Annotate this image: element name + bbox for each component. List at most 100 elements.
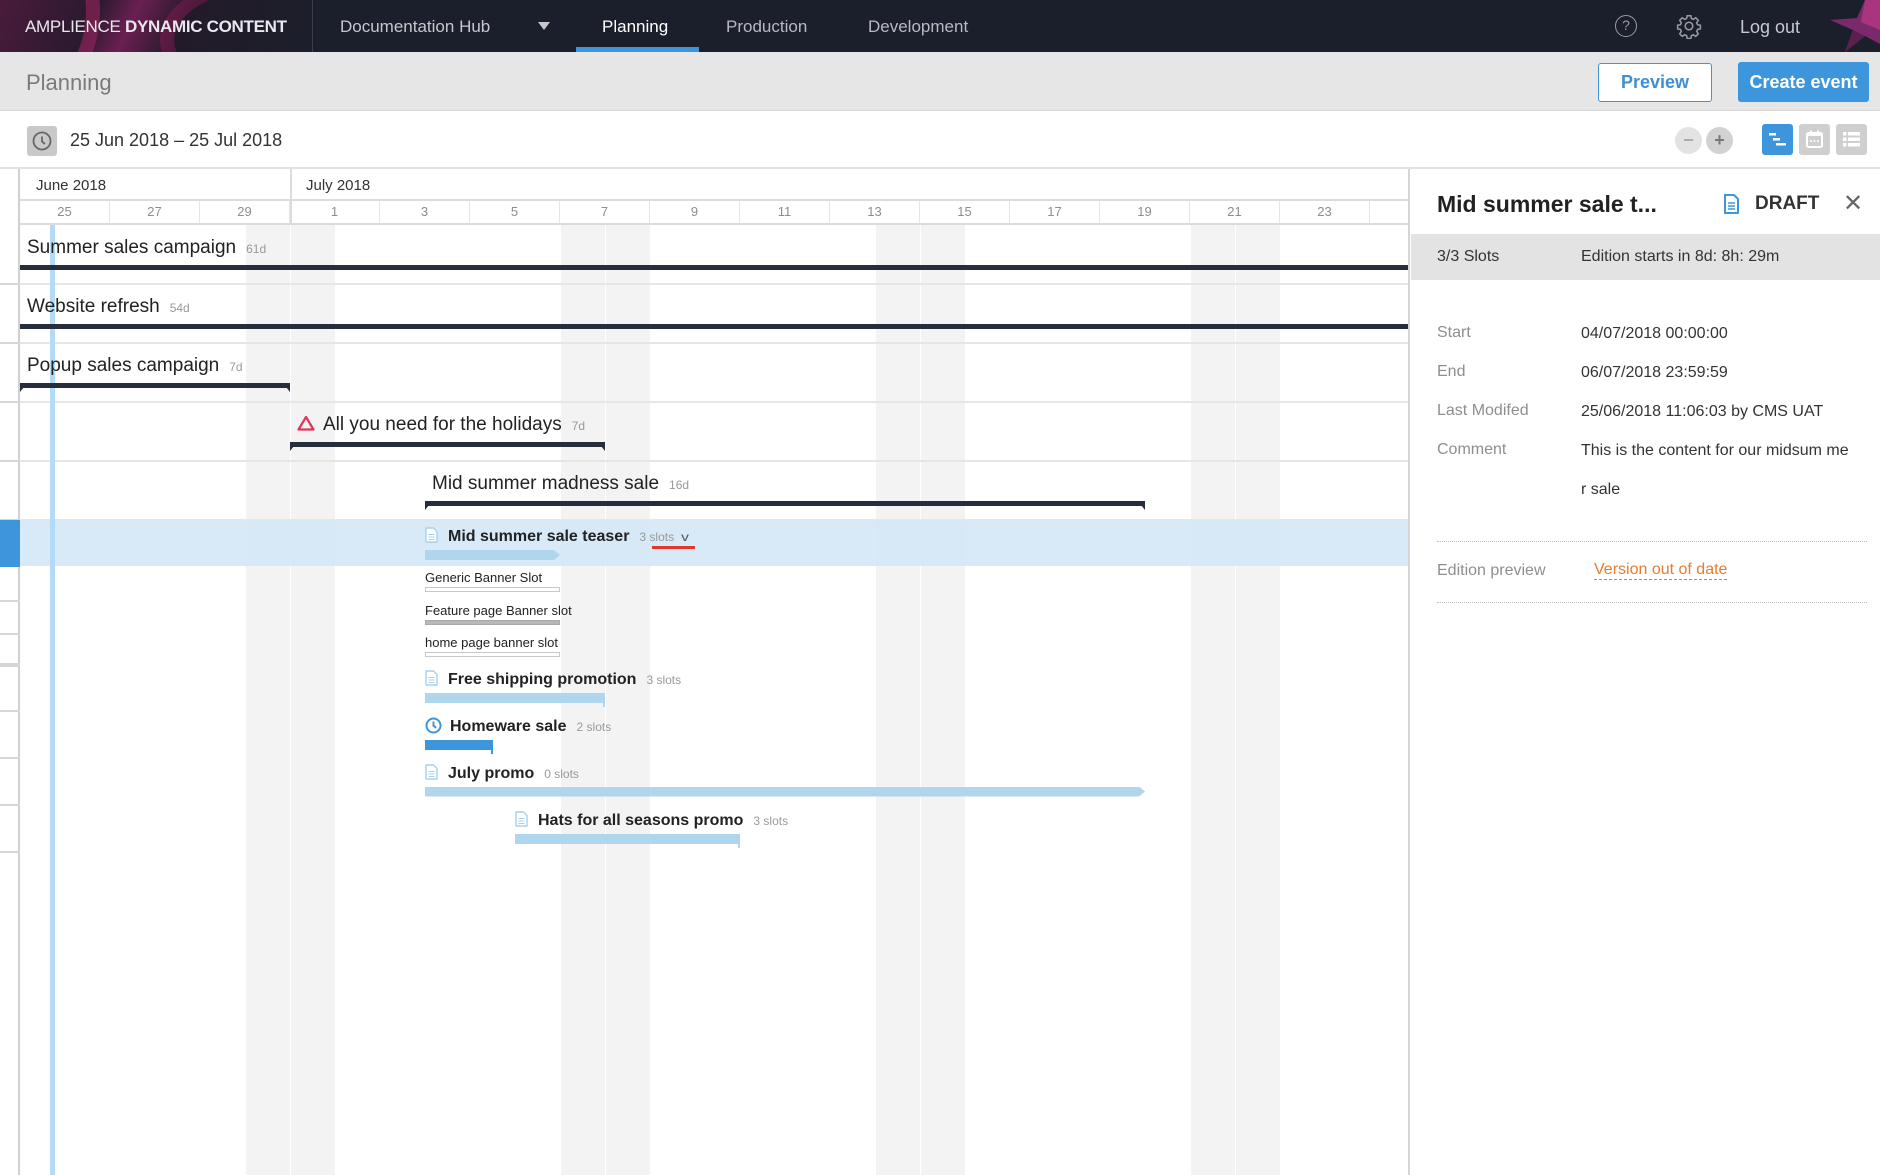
end-label: End (1437, 363, 1466, 380)
timeline-view-button[interactable] (1762, 124, 1793, 155)
slot-bar[interactable] (425, 619, 560, 625)
day-tick: 3 (380, 201, 470, 223)
tab-planning[interactable]: Planning (602, 17, 668, 37)
gutter-divider (0, 600, 20, 602)
document-icon (425, 527, 438, 543)
edition-preview-label: Edition preview (1437, 562, 1546, 579)
document-icon (425, 763, 438, 780)
event-title[interactable]: Summer sales campaign 61d (27, 237, 266, 259)
event-bar[interactable] (20, 383, 290, 392)
scheduled-clock-icon (425, 717, 442, 733)
hub-selector[interactable]: Documentation Hub (340, 17, 490, 37)
day-tick: 21 (1190, 201, 1280, 223)
version-out-of-date-link[interactable]: Version out of date (1594, 561, 1728, 580)
day-tick: 11 (740, 201, 830, 223)
row-divider (20, 460, 1408, 462)
help-icon[interactable]: ? (1615, 15, 1637, 37)
row-divider (20, 401, 1408, 403)
start-label: Start (1437, 324, 1471, 341)
date-range-label: 25 Jun 2018 – 25 Jul 2018 (70, 130, 283, 150)
selected-row-marker (0, 520, 20, 567)
zoom-out-button[interactable]: − (1675, 127, 1702, 154)
slot-label: Feature page Banner slot (425, 602, 572, 618)
gutter-divider (0, 662, 20, 665)
edition-title[interactable]: Homeware sale 2 slots (425, 717, 611, 736)
edition-bar[interactable] (425, 692, 605, 707)
gutter-divider (0, 756, 20, 759)
day-tick: 23 (1280, 201, 1370, 223)
edition-slot-count[interactable]: 3 slots (646, 673, 681, 687)
event-title[interactable]: All you need for the holidays 7d (297, 414, 585, 436)
weekend-column (246, 225, 290, 1175)
row-gutter (0, 169, 20, 1175)
event-bar[interactable] (425, 501, 1145, 510)
list-view-button[interactable] (1836, 124, 1867, 155)
page-header: Planning Preview Create event (0, 52, 1880, 111)
preview-button[interactable]: Preview (1598, 63, 1712, 102)
clock-icon (32, 131, 52, 151)
comment-label: Comment (1437, 441, 1507, 458)
document-icon (1724, 194, 1739, 214)
slot-bar[interactable] (425, 652, 560, 657)
gutter-divider (0, 709, 20, 712)
event-title[interactable]: Website refresh 54d (27, 296, 190, 318)
edition-bar[interactable] (425, 550, 560, 560)
chevron-down-icon[interactable] (538, 22, 550, 30)
edition-slot-count[interactable]: 3 slots (753, 814, 788, 828)
comment-value: This is the content for our midsum mer s… (1581, 442, 1849, 498)
zoom-in-button[interactable]: + (1706, 127, 1733, 154)
day-header: 252729135791113151719212325 (20, 201, 1408, 225)
event-duration: 54d (169, 301, 190, 315)
edition-bar[interactable] (515, 833, 740, 848)
day-tick: 27 (110, 201, 200, 223)
event-title[interactable]: Popup sales campaign 7d (27, 355, 243, 377)
list-view-icon (1843, 132, 1860, 147)
edition-title[interactable]: July promo 0 slots (425, 763, 579, 783)
edition-slot-count[interactable]: 0 slots (544, 767, 579, 781)
event-name: Mid summer madness sale (432, 473, 660, 494)
event-title[interactable]: Mid summer madness sale 16d (432, 473, 689, 495)
event-duration: 61d (246, 242, 267, 256)
day-tick: 13 (830, 201, 920, 223)
slots-count: 3/3 Slots (1437, 248, 1500, 265)
day-tick: 25 (20, 201, 110, 223)
weekend-column (876, 225, 920, 1175)
event-duration: 7d (229, 360, 243, 374)
event-bar[interactable] (20, 265, 1408, 270)
calendar-view-button[interactable] (1799, 124, 1830, 155)
edition-name: Mid summer sale teaser (448, 528, 630, 545)
edition-title[interactable]: Mid summer sale teaser 3 slots v (425, 527, 689, 546)
create-event-button[interactable]: Create event (1738, 62, 1869, 102)
selected-row-highlight (20, 520, 1408, 566)
logo[interactable]: AMPLIENCE DYNAMIC CONTENT (0, 0, 313, 52)
chevron-down-icon[interactable]: v (681, 530, 689, 544)
logo-bold-text: DYNAMIC CONTENT (125, 17, 287, 36)
day-tick: 1 (290, 201, 380, 223)
close-icon[interactable]: ✕ (1843, 189, 1863, 218)
document-icon (515, 810, 528, 827)
event-bar[interactable] (290, 442, 605, 451)
month-label: July 2018 (306, 177, 371, 194)
edition-name: Hats for all seasons promo (538, 811, 744, 829)
day-tick: 25 (1370, 201, 1408, 223)
tab-development[interactable]: Development (868, 17, 968, 37)
edition-bar[interactable] (425, 739, 493, 754)
end-value: 06/07/2018 23:59:59 (1581, 364, 1728, 381)
edition-slot-count[interactable]: 2 slots (577, 720, 612, 734)
brand-star-decoration (1830, 0, 1880, 52)
divider (1437, 541, 1867, 542)
gear-icon[interactable] (1676, 13, 1702, 39)
edition-bar[interactable] (425, 787, 1145, 797)
logout-link[interactable]: Log out (1740, 17, 1800, 38)
edition-name: Free shipping promotion (448, 670, 637, 688)
event-name: Popup sales campaign (27, 355, 220, 376)
edition-countdown: Edition starts in 8d: 8h: 29m (1581, 248, 1780, 265)
tab-production[interactable]: Production (726, 17, 807, 37)
slot-bar[interactable] (425, 587, 560, 592)
gutter-divider (0, 803, 20, 806)
edition-title[interactable]: Free shipping promotion 3 slots (425, 669, 681, 689)
edition-title[interactable]: Hats for all seasons promo 3 slots (515, 810, 788, 830)
edition-slot-count[interactable]: 3 slots (639, 530, 674, 544)
date-range-button[interactable] (27, 126, 57, 156)
event-bar[interactable] (20, 324, 1408, 329)
